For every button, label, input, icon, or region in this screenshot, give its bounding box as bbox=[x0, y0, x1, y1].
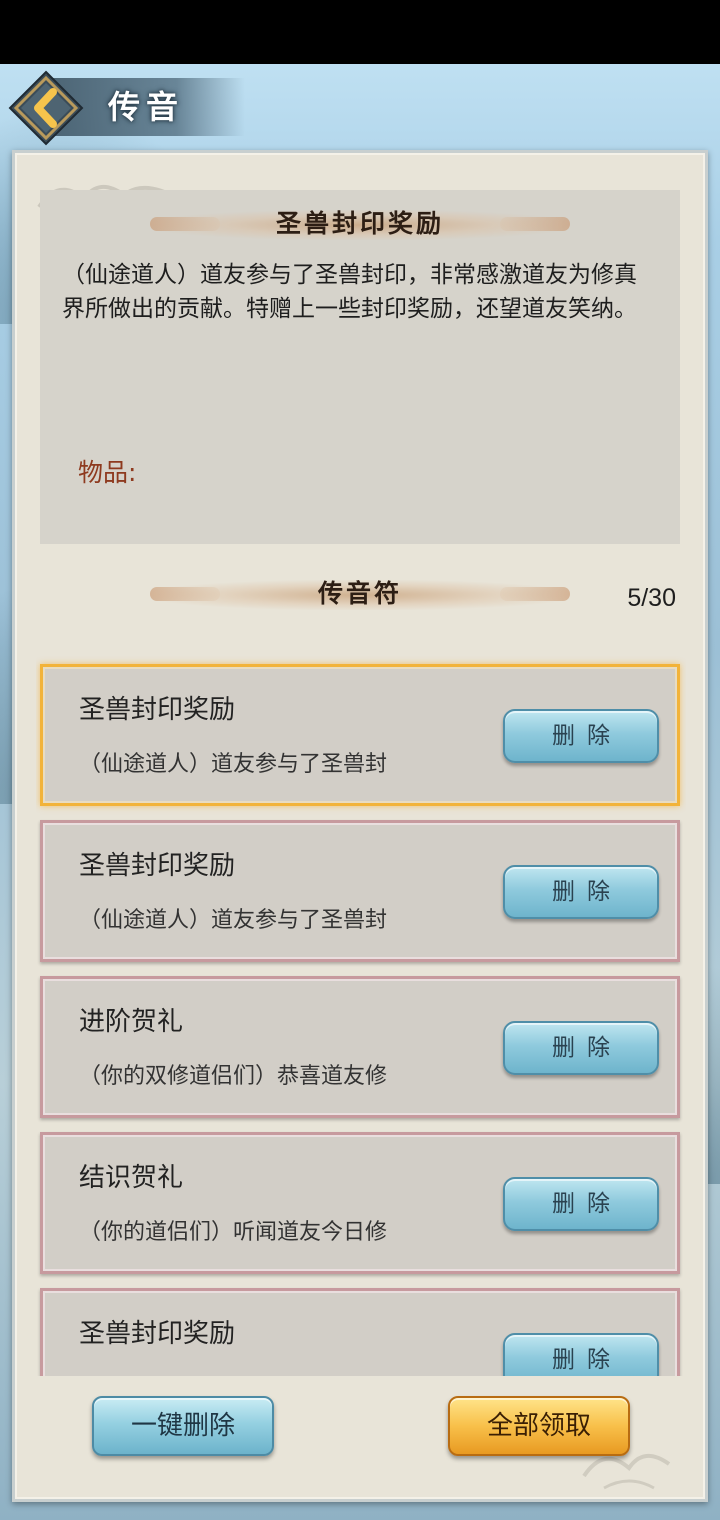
mail-title: 圣兽封印奖励 bbox=[79, 1319, 236, 1349]
detail-banner: 圣兽封印奖励 bbox=[150, 200, 570, 248]
items-label: 物品: bbox=[78, 458, 137, 487]
detail-body: （仙途道人）道友参与了圣兽封印，非常感激道友为修真界所做出的贡献。特赠上一些封印… bbox=[62, 262, 637, 322]
bottom-bar: 一键删除 全部领取 bbox=[14, 1376, 706, 1500]
mail-title: 结识贺礼 bbox=[79, 1163, 184, 1193]
delete-button[interactable]: 删除 bbox=[503, 1177, 659, 1231]
claim-all-button[interactable]: 全部领取 bbox=[448, 1396, 630, 1456]
detail-title: 圣兽封印奖励 bbox=[275, 209, 444, 238]
mail-item[interactable]: 圣兽封印奖励 （仙途道人）道友参与了圣兽封 删除 bbox=[40, 820, 680, 962]
mail-title: 圣兽封印奖励 bbox=[79, 851, 236, 881]
delete-all-button[interactable]: 一键删除 bbox=[92, 1396, 274, 1456]
list-banner: 传音符 bbox=[150, 570, 570, 618]
mail-preview: （你的道侣们）听闻道友今日修 bbox=[79, 1220, 388, 1245]
mail-item[interactable]: 圣兽封印奖励 （仙途道人）道友参与了圣兽封 删除 bbox=[40, 664, 680, 806]
mail-item[interactable]: 结识贺礼 （你的道侣们）听闻道友今日修 删除 bbox=[40, 1132, 680, 1274]
mail-title: 圣兽封印奖励 bbox=[79, 695, 236, 725]
chevron-left-icon bbox=[8, 70, 84, 146]
mail-title: 进阶贺礼 bbox=[79, 1007, 184, 1037]
status-bar bbox=[0, 0, 720, 64]
delete-button[interactable]: 删除 bbox=[503, 865, 659, 919]
mail-item[interactable]: 进阶贺礼 （你的双修道侣们）恭喜道友修 删除 bbox=[40, 976, 680, 1118]
mail-preview: （仙途道人）道友参与了圣兽封 bbox=[79, 752, 388, 777]
delete-button[interactable]: 删除 bbox=[503, 1021, 659, 1075]
list-title: 传音符 bbox=[317, 579, 402, 608]
back-button[interactable] bbox=[8, 70, 84, 146]
page-title: 传音 bbox=[108, 88, 185, 126]
mail-preview: （仙途道人）道友参与了圣兽封 bbox=[79, 908, 388, 933]
delete-button[interactable]: 删除 bbox=[503, 709, 659, 763]
mail-count: 5/30 bbox=[627, 584, 676, 612]
mail-preview: （你的双修道侣们）恭喜道友修 bbox=[79, 1064, 388, 1089]
header: 传音 bbox=[0, 64, 720, 154]
mail-list[interactable]: 圣兽封印奖励 （仙途道人）道友参与了圣兽封 删除 圣兽封印奖励 （仙途道人）道友… bbox=[36, 656, 686, 1376]
mail-item[interactable]: 圣兽封印奖励 删除 bbox=[40, 1288, 680, 1376]
delete-button[interactable]: 删除 bbox=[503, 1333, 659, 1376]
